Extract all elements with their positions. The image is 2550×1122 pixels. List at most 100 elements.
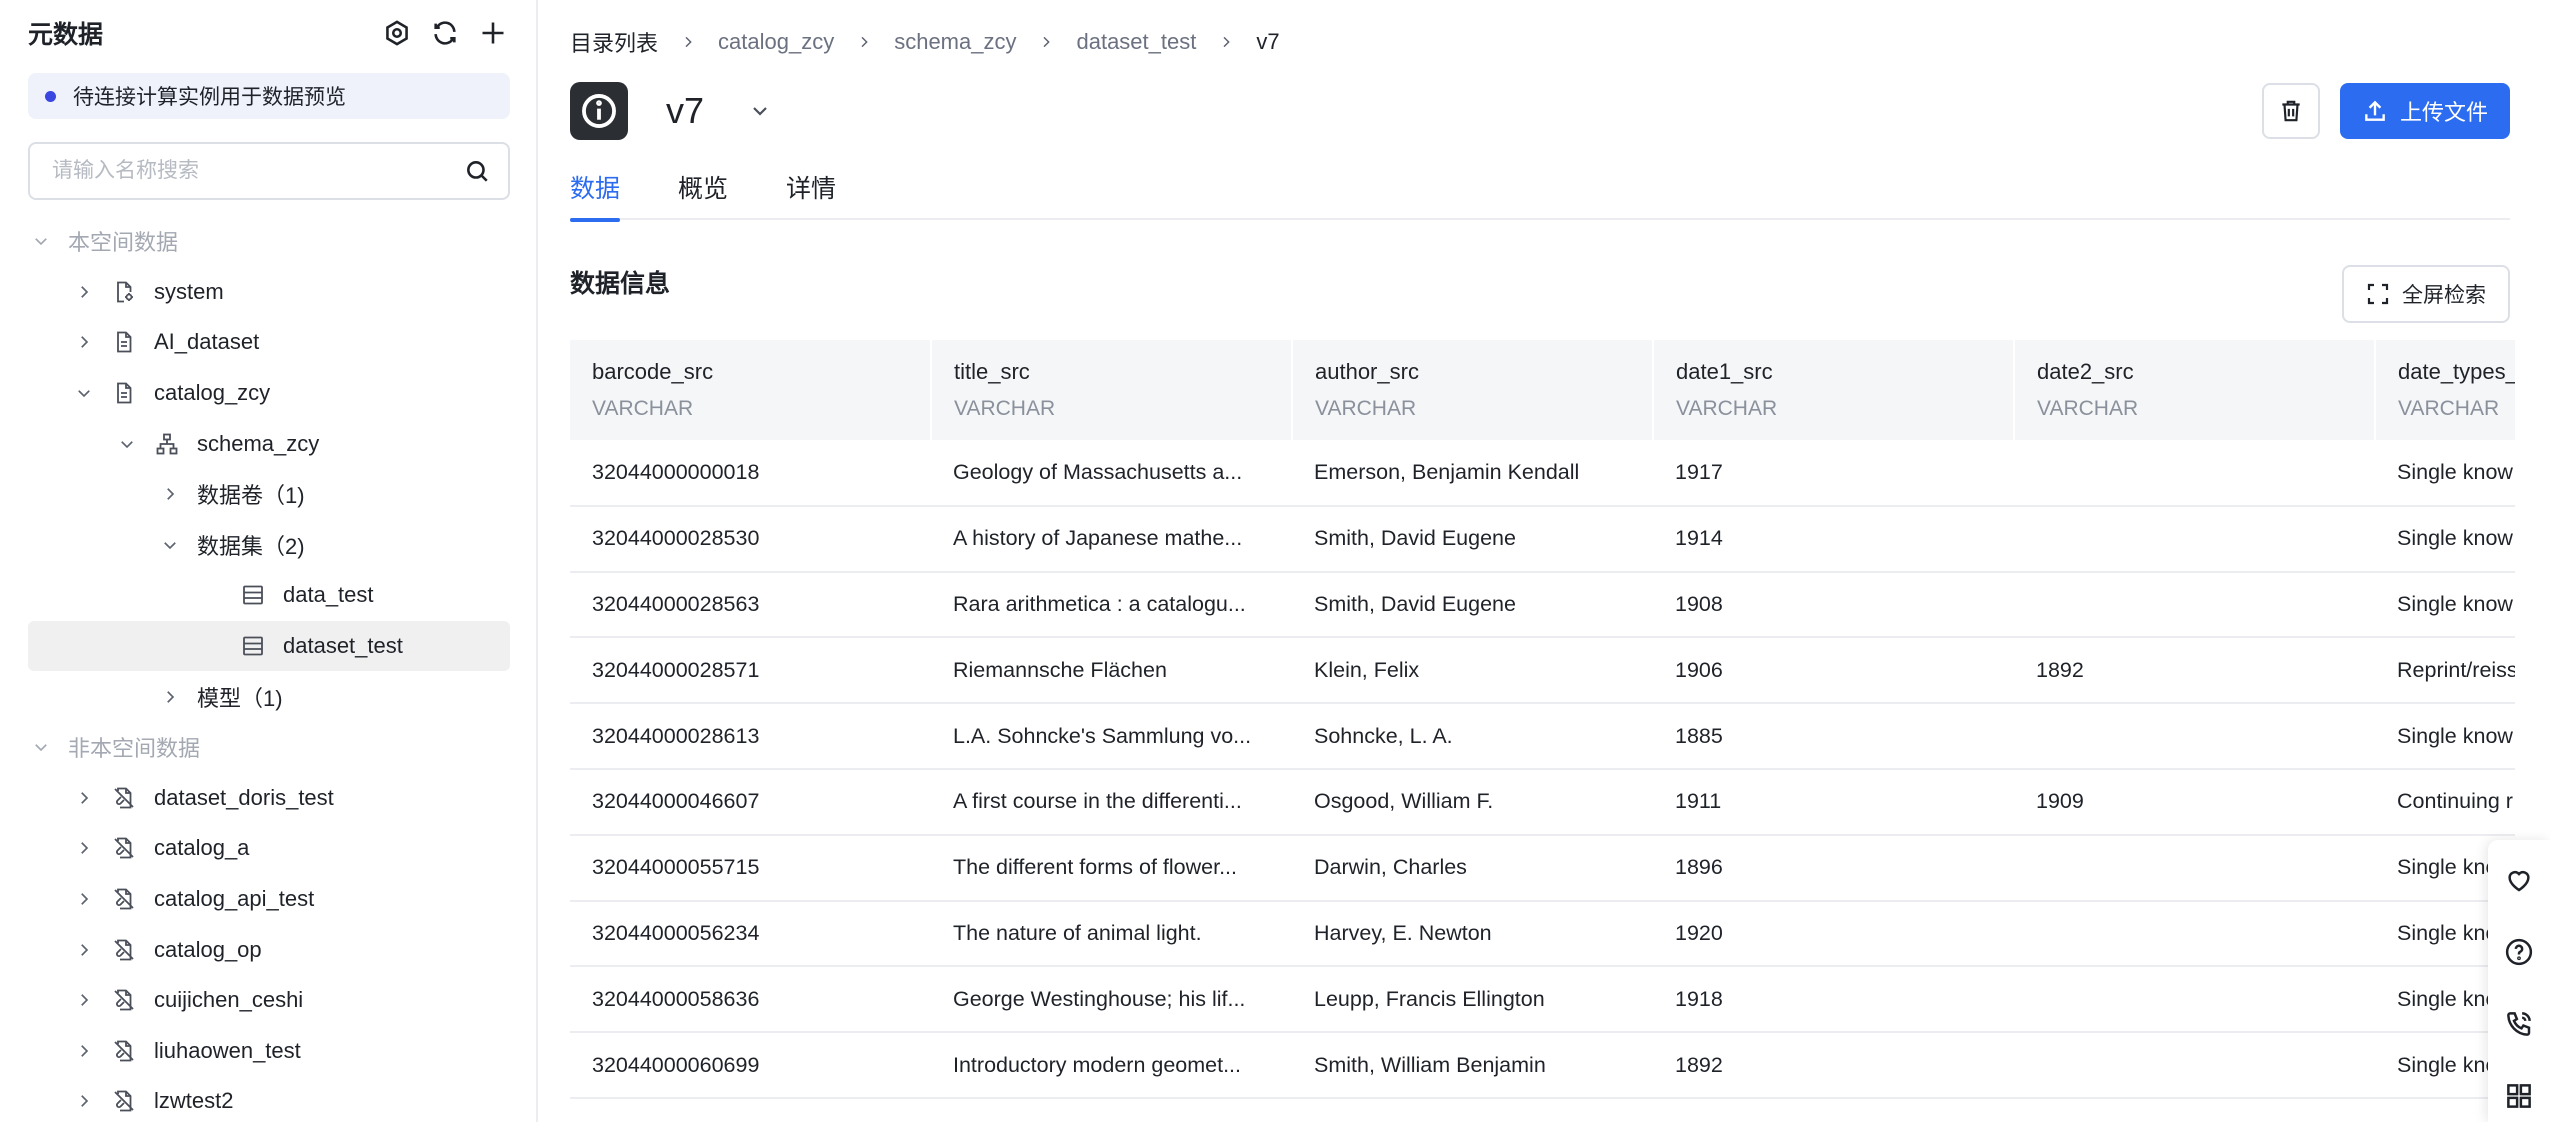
table-row[interactable]: 32044000028571 Riemannsche Flächen Klein, … [570, 637, 2515, 705]
delete-button[interactable] [2261, 83, 2320, 139]
chevron-right-icon[interactable] [73, 888, 95, 910]
chevron-right-icon[interactable] [73, 1090, 95, 1112]
chevron-right-icon[interactable] [73, 1040, 95, 1062]
table-cell: George Westinghouse; his lif... [931, 966, 1292, 1034]
table-cell: 32044000060699 [570, 1032, 931, 1099]
tree-node-catalog_op[interactable]: catalog_op [28, 924, 510, 975]
tree-node-dataset_doris_test[interactable]: dataset_doris_test [28, 773, 510, 824]
chevron-right-icon[interactable] [73, 281, 95, 303]
table-cell: 1908 [1653, 571, 2014, 639]
tree-node-data_test[interactable]: data_test [28, 570, 510, 621]
table-row[interactable]: 32044000000018 Geology of Massachusetts a… [570, 440, 2515, 507]
table-cell: Single know [2375, 571, 2515, 639]
table-cell: Single know [2375, 505, 2515, 573]
search-input[interactable] [52, 159, 464, 183]
tree-node-schema_zcy[interactable]: schema_zcy [28, 418, 510, 469]
tree-node-catalog_zcy[interactable]: catalog_zcy [28, 368, 510, 419]
upload-file-button[interactable]: 上传文件 [2339, 83, 2510, 139]
settings-icon[interactable] [382, 18, 412, 48]
version-dropdown-chevron-icon[interactable] [748, 99, 772, 123]
apps-icon[interactable] [2503, 1078, 2535, 1114]
table-row[interactable]: 32044000028530 A history of Japanese math… [570, 505, 2515, 573]
tree-node-cuijichen_ceshi[interactable]: cuijichen_ceshi [28, 975, 510, 1026]
table-cell: 1914 [1653, 505, 2014, 573]
table-cell: The different forms of flower... [931, 834, 1292, 902]
help-icon[interactable] [2503, 934, 2535, 970]
chevron-down-icon[interactable] [30, 230, 52, 252]
table-row[interactable]: 32044000058636 George Westinghouse; his l… [570, 966, 2515, 1034]
tree-node-label: 数据集（2) [197, 533, 305, 559]
main-content: 目录列表 catalog_zcy schema_zcy dataset_test v7 … [540, 0, 2550, 1122]
chevron-right-icon [1038, 34, 1054, 50]
chevron-down-icon[interactable] [30, 736, 52, 758]
chevron-right-icon[interactable] [159, 483, 181, 505]
fullscreen-search-label: 全屏检索 [2402, 284, 2486, 307]
table-cell: 1918 [1653, 966, 2014, 1034]
column-type: VARCHAR [954, 397, 1056, 420]
add-icon[interactable] [478, 18, 508, 48]
fullscreen-search-button[interactable]: 全屏检索 [2342, 265, 2510, 323]
column-header[interactable]: title_src VARCHAR [931, 340, 1293, 440]
tree-node-lzwtest2[interactable]: lzwtest2 [28, 1076, 510, 1122]
chevron-right-icon[interactable] [73, 331, 95, 353]
table-cell [2014, 900, 2375, 968]
tree-node-[interactable]: 本空间数据 [28, 216, 510, 267]
tree-node-1[interactable]: 数据卷（1) [28, 469, 510, 520]
tree-node-2[interactable]: 数据集（2) [28, 520, 510, 571]
upload-icon [2365, 100, 2385, 121]
heart-icon[interactable] [2503, 862, 2535, 898]
tree-node-label: catalog_zcy [154, 380, 271, 406]
table-cell: Riemannsche Flächen [931, 637, 1292, 705]
tab-1[interactable]: 概览 [678, 168, 728, 220]
chevron-right-icon[interactable] [73, 837, 95, 859]
breadcrumb-link[interactable]: catalog_zcy [718, 29, 834, 55]
search-icon[interactable] [464, 158, 490, 184]
tree-node-liuhaowen_test[interactable]: liuhaowen_test [28, 1026, 510, 1077]
tree-node-label: schema_zcy [197, 430, 320, 456]
table-row[interactable]: 32044000056234 The nature of animal light… [570, 900, 2515, 968]
tree-node-1[interactable]: 模型（1) [28, 671, 510, 722]
data-table-container[interactable]: barcode_src VARCHAR title_src VARCHAR author… [570, 340, 2515, 1122]
column-header[interactable]: date2_src VARCHAR [2014, 340, 2376, 440]
table-cell: Continuing r [2375, 768, 2515, 836]
column-type: VARCHAR [1676, 397, 1778, 420]
column-header[interactable]: barcode_src VARCHAR [570, 340, 932, 440]
tree-node-[interactable]: 非本空间数据 [28, 722, 510, 773]
tab-0[interactable]: 数据 [570, 168, 621, 222]
table-cell: 1917 [1653, 440, 2014, 507]
breadcrumb-link[interactable]: 目录列表 [570, 26, 658, 58]
tree-node-catalog_a[interactable]: catalog_a [28, 823, 510, 874]
table-cell: Rara arithmetica : a catalogu... [931, 571, 1292, 639]
table-row[interactable]: 32044000060699 Introductory modern geomet… [570, 1032, 2515, 1099]
tree-node-dataset_test[interactable]: dataset_test [28, 620, 510, 672]
tree-node-ai_dataset[interactable]: AI_dataset [28, 317, 510, 368]
sidebar-actions [382, 18, 508, 48]
phone-icon[interactable] [2503, 1006, 2535, 1042]
tree-node-label: 非本空间数据 [68, 736, 201, 762]
breadcrumb-link[interactable]: schema_zcy [894, 29, 1016, 55]
column-header[interactable]: author_src VARCHAR [1292, 340, 1654, 440]
tree-node-label: data_test [283, 582, 374, 608]
table-cell [2014, 966, 2375, 1034]
table-row[interactable]: 32044000028563 Rara arithmetica : a catal… [570, 571, 2515, 639]
chevron-down-icon[interactable] [116, 433, 138, 455]
column-header[interactable]: date_types_ VARCHAR [2375, 340, 2515, 440]
refresh-icon[interactable] [430, 18, 460, 48]
column-header[interactable]: date1_src VARCHAR [1653, 340, 2015, 440]
chevron-right-icon[interactable] [73, 939, 95, 961]
tab-2[interactable]: 详情 [786, 168, 836, 220]
tree-node-catalog_api_test[interactable]: catalog_api_test [28, 874, 510, 925]
chevron-right-icon[interactable] [73, 787, 95, 809]
table-cell: 32044000028571 [570, 637, 931, 705]
tree-node-label: liuhaowen_test [154, 1037, 301, 1063]
chevron-down-icon[interactable] [159, 534, 181, 556]
table-row[interactable]: 32044000028613 L.A. Sohncke's Sammlung vo… [570, 703, 2515, 770]
chevron-right-icon[interactable] [159, 686, 181, 708]
breadcrumb-link[interactable]: dataset_test [1076, 29, 1196, 55]
tree-node-system[interactable]: system [28, 267, 510, 318]
chevron-right-icon[interactable] [73, 989, 95, 1011]
table-row[interactable]: 32044000046607 A first course in the diff… [570, 768, 2515, 836]
chevron-down-icon[interactable] [73, 382, 95, 404]
column-name: author_src [1315, 359, 1419, 384]
table-row[interactable]: 32044000055715 The different forms of flo… [570, 834, 2515, 902]
